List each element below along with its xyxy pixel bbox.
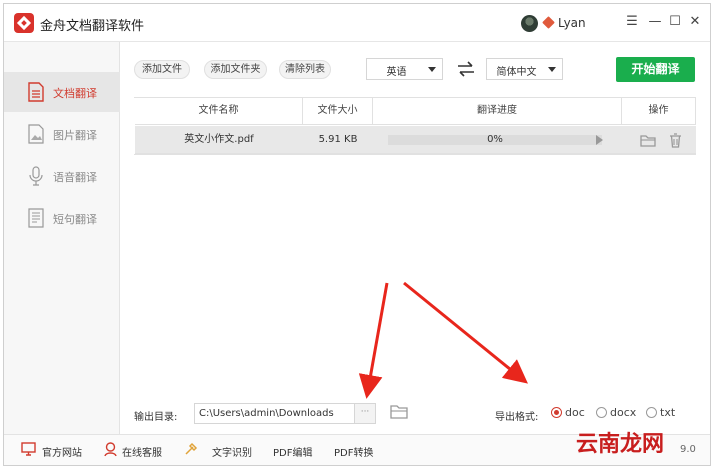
- format-radio-doc[interactable]: [551, 407, 562, 418]
- output-directory-field[interactable]: C:\Users\admin\Downloads ···: [194, 403, 376, 424]
- sidebar: 文档翻译 图片翻译 语音翻译 短句翻译: [4, 42, 120, 434]
- add-file-button[interactable]: 添加文件: [134, 60, 190, 79]
- footer-official-site[interactable]: 官方网站: [42, 444, 82, 459]
- version-number: 9.0: [680, 444, 696, 455]
- sidebar-item-sentence[interactable]: 短句翻译: [4, 198, 120, 238]
- chevron-down-icon: [428, 67, 436, 72]
- close-button[interactable]: ✕: [687, 13, 703, 31]
- target-language-select[interactable]: 简体中文: [486, 58, 563, 80]
- title-bar: 金舟文档翻译软件 Lyan ☰ — ☐ ✕: [4, 4, 710, 42]
- table-row[interactable]: 英文小作文.pdf 5.91 KB 0%: [135, 126, 696, 154]
- format-label-txt: txt: [660, 406, 676, 419]
- clear-list-button[interactable]: 清除列表: [279, 60, 331, 79]
- user-avatar[interactable]: [521, 15, 538, 32]
- open-folder-icon[interactable]: [640, 134, 656, 147]
- output-folder-icon[interactable]: [390, 404, 408, 419]
- document-icon: [28, 82, 44, 102]
- format-radio-docx[interactable]: [596, 407, 607, 418]
- file-table: 文件名称 文件大小 翻译进度 操作 英文小作文.pdf 5.91 KB 0%: [134, 97, 696, 154]
- sidebar-item-label: 文档翻译: [53, 87, 97, 100]
- start-translation-button[interactable]: 开始翻译: [616, 57, 695, 82]
- sidebar-item-document[interactable]: 文档翻译: [4, 72, 120, 112]
- browse-button[interactable]: ···: [354, 404, 375, 423]
- header-progress: 翻译进度: [373, 98, 622, 124]
- footer-online-service[interactable]: 在线客服: [122, 444, 162, 459]
- export-format-label: 导出格式:: [495, 412, 539, 423]
- delete-icon[interactable]: [669, 133, 682, 148]
- chevron-down-icon: [548, 67, 556, 72]
- table-header: 文件名称 文件大小 翻译进度 操作: [135, 98, 696, 125]
- customer-service-icon: [104, 442, 117, 457]
- file-name-cell: 英文小作文.pdf: [184, 134, 254, 145]
- monitor-icon: [21, 442, 36, 456]
- minimize-button[interactable]: —: [647, 13, 663, 31]
- progress-text: 0%: [487, 134, 503, 145]
- source-language-select[interactable]: 英语: [366, 58, 443, 80]
- text-icon: [28, 208, 44, 228]
- app-window: 金舟文档翻译软件 Lyan ☰ — ☐ ✕ 文档翻译 图片翻译 语音翻译 短句翻…: [3, 3, 711, 466]
- sidebar-item-image[interactable]: 图片翻译: [4, 114, 120, 154]
- footer-text-recognition[interactable]: 文字识别: [212, 444, 252, 459]
- app-title: 金舟文档翻译软件: [40, 19, 145, 34]
- format-label-docx: docx: [610, 406, 637, 419]
- swap-languages-icon[interactable]: [457, 61, 475, 77]
- format-label-doc: doc: [565, 406, 585, 419]
- username[interactable]: Lyan: [558, 16, 586, 30]
- source-language-value: 英语: [386, 67, 407, 78]
- output-directory-label: 输出目录:: [134, 412, 178, 423]
- maximize-button[interactable]: ☐: [667, 13, 683, 31]
- add-folder-button[interactable]: 添加文件夹: [204, 60, 267, 79]
- ocr-icon: [185, 442, 198, 455]
- target-language-value: 简体中文: [496, 67, 537, 78]
- vip-badge-icon: [542, 16, 555, 29]
- output-path: C:\Users\admin\Downloads: [199, 408, 334, 419]
- sidebar-item-label: 语音翻译: [53, 171, 97, 184]
- table-bottom-border: [134, 154, 696, 155]
- file-size-cell: 5.91 KB: [318, 134, 358, 145]
- footer-pdf-convert[interactable]: PDF转换: [334, 444, 373, 459]
- image-icon: [28, 124, 44, 144]
- footer-pdf-edit[interactable]: PDF编辑: [273, 444, 312, 459]
- header-file-name: 文件名称: [135, 98, 303, 124]
- sidebar-item-voice[interactable]: 语音翻译: [4, 156, 120, 196]
- app-logo-icon: [14, 13, 34, 33]
- header-file-size: 文件大小: [303, 98, 373, 124]
- play-icon[interactable]: [596, 135, 603, 145]
- watermark: 云南龙网: [576, 431, 665, 457]
- header-actions: 操作: [622, 98, 696, 124]
- menu-button[interactable]: ☰: [624, 13, 640, 31]
- sidebar-item-label: 图片翻译: [53, 129, 97, 142]
- sidebar-item-label: 短句翻译: [53, 213, 97, 226]
- format-radio-txt[interactable]: [646, 407, 657, 418]
- microphone-icon: [29, 166, 43, 186]
